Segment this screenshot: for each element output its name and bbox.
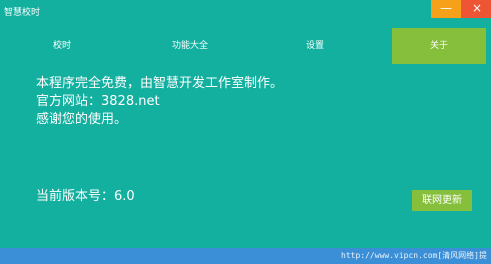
- about-line-free: 本程序完全免费，由智慧开发工作室制作。: [36, 76, 284, 91]
- minimize-icon: —: [440, 1, 452, 15]
- tab-bar: 校时 功能大全 设置 关于: [0, 28, 491, 64]
- minimize-button[interactable]: —: [431, 0, 461, 18]
- title-bar: 智慧校时 — ×: [0, 0, 491, 22]
- tab-features[interactable]: 功能大全: [145, 28, 235, 64]
- tab-about[interactable]: 关于: [392, 28, 486, 64]
- about-line-thanks: 感谢您的使用。: [36, 112, 128, 127]
- tab-settings[interactable]: 设置: [280, 28, 350, 64]
- online-update-button[interactable]: 联网更新: [412, 190, 472, 211]
- watermark-text: http://www.vipcn.com[清风网络]提: [341, 251, 487, 260]
- app-window: 智慧校时 — × 校时 功能大全 设置 关于 本程序完全免费，由智慧开发工作室制…: [0, 0, 491, 264]
- status-bar: http://www.vipcn.com[清风网络]提: [0, 248, 491, 264]
- version-label: 当前版本号：6.0: [36, 189, 135, 204]
- close-icon: ×: [471, 1, 483, 15]
- about-text: 本程序完全免费，由智慧开发工作室制作。 官方网站：3828.net 感谢您的使用…: [36, 75, 283, 129]
- tab-time-sync[interactable]: 校时: [22, 28, 102, 64]
- about-line-website: 官方网站：3828.net: [36, 94, 160, 109]
- app-title: 智慧校时: [4, 8, 41, 18]
- close-button[interactable]: ×: [462, 0, 491, 18]
